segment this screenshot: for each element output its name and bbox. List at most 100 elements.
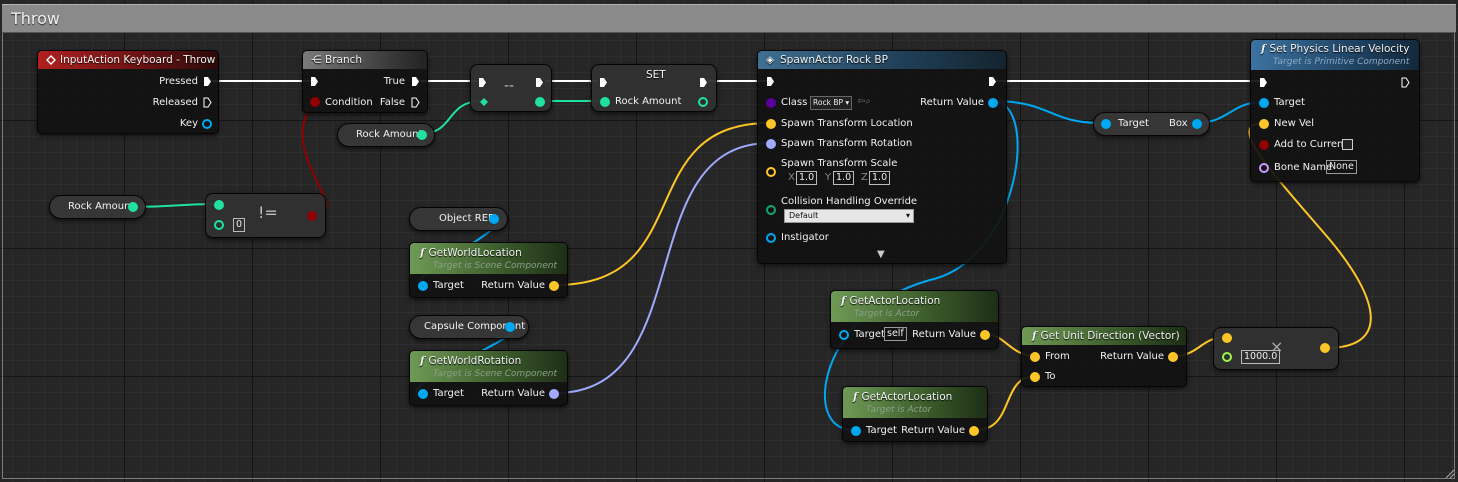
target-pin[interactable] — [418, 281, 428, 291]
set-node[interactable]: SET Rock Amount — [591, 64, 717, 112]
bone-name-pin[interactable] — [1259, 163, 1269, 173]
exec-out-pin[interactable] — [699, 77, 708, 88]
input-action-node[interactable]: InputAction Keyboard - Throw Pressed Rel… — [37, 50, 219, 134]
target-pin[interactable] — [1101, 119, 1111, 129]
resize-grip-icon[interactable] — [1445, 469, 1455, 479]
set-physics-linear-velocity-node[interactable]: f Set Physics Linear Velocity Target is P… — [1250, 39, 1420, 182]
target-pin[interactable] — [1259, 98, 1269, 108]
int-out-pin[interactable] — [417, 130, 427, 140]
location-pin[interactable] — [766, 119, 776, 129]
bone-name-field[interactable]: None — [1326, 160, 1357, 174]
from-label: From — [1045, 351, 1070, 362]
blueprint-graph[interactable]: Throw InputAction Keyboard - Throw Press… — [0, 0, 1458, 482]
int-a-pin[interactable] — [214, 200, 224, 210]
vector-out-pin[interactable] — [1320, 343, 1330, 353]
function-icon: f — [1032, 330, 1037, 342]
return-value-label: Return Value — [481, 280, 545, 291]
int-out-pin[interactable] — [535, 97, 545, 107]
key-struct-pin[interactable] — [202, 119, 212, 129]
rock-amount-in-pin[interactable] — [600, 97, 610, 107]
exec-out-pin[interactable] — [203, 76, 212, 87]
add-to-current-label: Add to Current — [1274, 139, 1348, 150]
collision-dropdown[interactable]: Default ▾ — [784, 209, 914, 223]
new-vel-pin[interactable] — [1259, 119, 1269, 129]
object-out-pin[interactable] — [489, 214, 499, 224]
multiply-node[interactable]: 1000.0 × — [1213, 327, 1339, 370]
target-label: Target — [854, 329, 885, 340]
branch-node[interactable]: ⋲ Branch Condition True False — [302, 50, 428, 113]
exec-in-pin[interactable] — [478, 77, 487, 88]
box-getter-node[interactable]: Target Box — [1093, 112, 1210, 136]
vector-out-pin[interactable] — [969, 426, 979, 436]
float-in-pin[interactable] — [1222, 352, 1232, 362]
int-in-pin[interactable] — [479, 97, 489, 107]
exec-out-pin[interactable] — [535, 77, 544, 88]
b-value-field[interactable]: 0 — [233, 218, 246, 232]
self-field[interactable]: self — [884, 327, 907, 341]
get-actor-location-node[interactable]: f GetActorLocation Target is Actor Target… — [842, 386, 988, 442]
target-label: Target — [1118, 118, 1149, 129]
vector-in-pin[interactable] — [1222, 333, 1232, 343]
decrement-node[interactable]: -- — [470, 64, 552, 112]
exec-out-pin[interactable] — [988, 76, 997, 87]
target-pin[interactable] — [418, 389, 428, 399]
instigator-pin[interactable] — [766, 233, 776, 243]
class-dropdown[interactable]: Rock BP ▾ — [810, 96, 853, 110]
int-b-pin[interactable] — [214, 220, 224, 230]
not-equal-node[interactable]: 0 != — [205, 193, 326, 238]
capsule-component-getter[interactable]: Capsule Component — [409, 315, 529, 339]
scale-y-field[interactable]: 1.0 — [833, 171, 855, 185]
exec-in-pin[interactable] — [310, 76, 319, 87]
to-pin[interactable] — [1030, 372, 1040, 382]
rotation-label: Spawn Transform Rotation — [781, 138, 913, 149]
object-out-pin[interactable] — [505, 322, 515, 332]
node-title: f Set Physics Linear Velocity — [1261, 43, 1410, 55]
object-out-pin[interactable] — [1192, 119, 1202, 129]
target-pin[interactable] — [851, 426, 861, 436]
spawn-actor-node[interactable]: ◈ SpawnActor Rock BP Class Rock BP ▾ ⇦⌕ … — [757, 50, 1007, 264]
instigator-label: Instigator — [781, 232, 829, 243]
vector-out-pin[interactable] — [980, 330, 990, 340]
vector-out-pin[interactable] — [1168, 352, 1178, 362]
get-world-location-node[interactable]: f GetWorldLocation Target is Scene Compon… — [409, 242, 568, 298]
z-axis-label: Z — [861, 172, 868, 183]
exec-out-pin[interactable] — [1401, 77, 1410, 88]
collision-pin[interactable] — [766, 205, 776, 215]
object-out-pin[interactable] — [988, 98, 998, 108]
rotator-out-pin[interactable] — [549, 389, 559, 399]
node-title: SET — [646, 69, 666, 81]
browse-icon[interactable]: ⇦⌕ — [857, 96, 871, 108]
rock-amount-getter[interactable]: Rock Amount — [337, 123, 435, 147]
node-title: f GetActorLocation — [841, 295, 941, 307]
node-subtitle: Target is Actor — [854, 309, 920, 319]
class-pin[interactable] — [766, 98, 776, 108]
get-unit-direction-node[interactable]: f Get Unit Direction (Vector) From To Ret… — [1021, 326, 1187, 387]
vector-out-pin[interactable] — [549, 281, 559, 291]
scale-x-field[interactable]: 1.0 — [796, 171, 818, 185]
exec-in-pin[interactable] — [599, 77, 608, 88]
exec-in-pin[interactable] — [766, 76, 775, 87]
int-out-pin[interactable] — [128, 202, 138, 212]
scale-pin[interactable] — [766, 167, 776, 177]
add-to-current-pin[interactable] — [1259, 140, 1269, 150]
expand-chevron-icon[interactable]: ▼ — [877, 249, 885, 261]
object-ref-getter[interactable]: Object REF — [409, 207, 508, 231]
exec-in-pin[interactable] — [1259, 77, 1268, 88]
rock-amount-getter[interactable]: Rock Amount — [49, 195, 146, 219]
target-pin[interactable] — [839, 330, 849, 340]
get-actor-location-node[interactable]: f GetActorLocation Target is Actor Target… — [830, 290, 999, 349]
from-pin[interactable] — [1030, 352, 1040, 362]
x-axis-label: X — [788, 172, 795, 183]
rock-amount-out-pin[interactable] — [698, 97, 708, 107]
node-title: != — [258, 203, 278, 222]
rotation-pin[interactable] — [766, 139, 776, 149]
get-world-rotation-node[interactable]: f GetWorldRotation Target is Scene Compon… — [409, 350, 568, 406]
condition-pin[interactable] — [310, 97, 320, 107]
variable-label: Rock Amount — [68, 201, 135, 212]
add-to-current-checkbox[interactable] — [1342, 139, 1353, 150]
exec-out-pin[interactable] — [411, 76, 420, 87]
scale-z-field[interactable]: 1.0 — [869, 171, 891, 185]
exec-out-pin[interactable] — [203, 97, 212, 108]
exec-out-pin[interactable] — [411, 97, 420, 108]
bool-out-pin[interactable] — [307, 211, 317, 221]
